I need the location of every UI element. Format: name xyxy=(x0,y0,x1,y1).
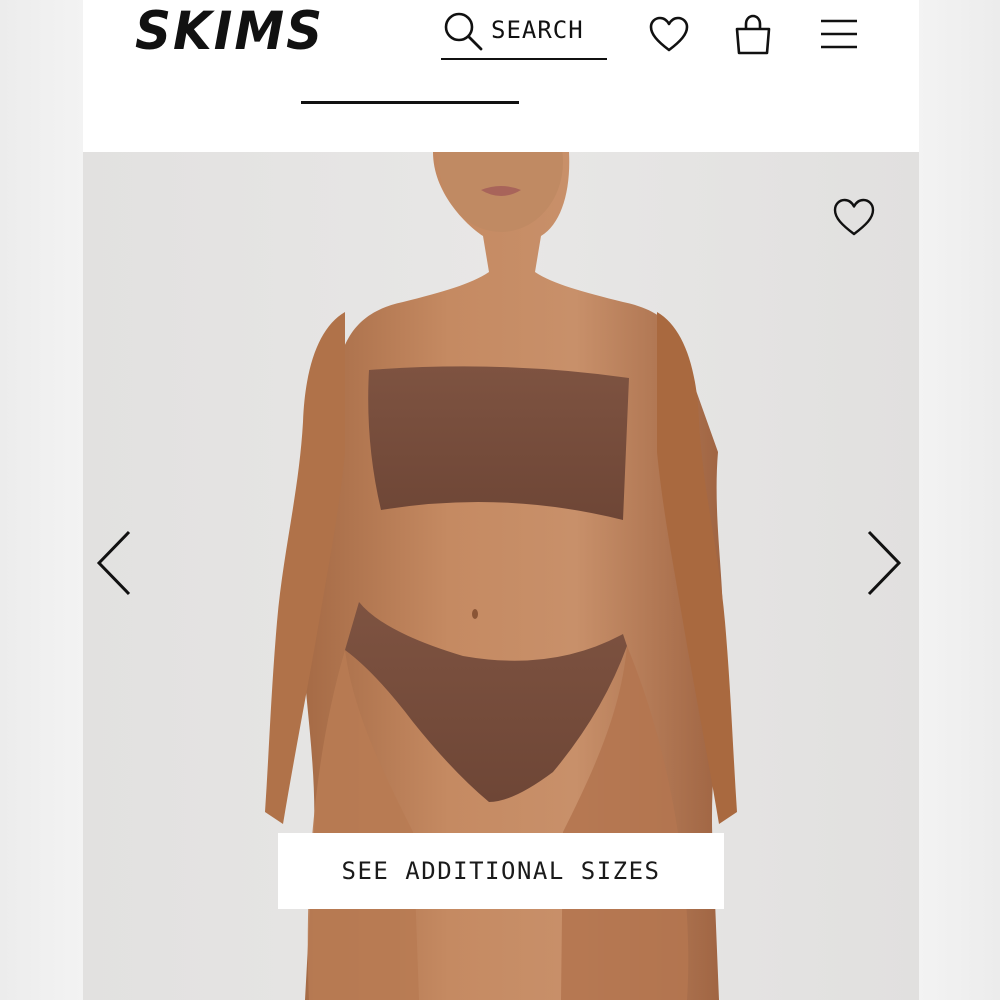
shopping-bag-icon[interactable] xyxy=(731,12,775,56)
brand-logo[interactable]: SKIMS xyxy=(135,1,324,62)
outer-margin-left xyxy=(0,0,83,1000)
app-screen: SKIMS SEARCH SEE ADDITIONAL SIZES xyxy=(83,0,919,1000)
search-icon xyxy=(444,12,483,51)
search-label: SEARCH xyxy=(491,16,584,44)
search-field[interactable]: SEARCH xyxy=(441,6,607,60)
wishlist-heart-icon[interactable] xyxy=(647,12,691,56)
active-tab-indicator xyxy=(301,101,519,104)
menu-icon[interactable] xyxy=(817,12,861,56)
chevron-left-icon[interactable] xyxy=(95,528,135,598)
outer-margin-right xyxy=(919,0,1000,1000)
top-nav: SKIMS SEARCH xyxy=(83,0,919,152)
see-additional-sizes-button[interactable]: SEE ADDITIONAL SIZES xyxy=(278,833,724,909)
save-to-wishlist-heart-icon[interactable] xyxy=(831,194,877,240)
product-image-carousel[interactable]: SEE ADDITIONAL SIZES xyxy=(83,152,919,1000)
chevron-right-icon[interactable] xyxy=(863,528,903,598)
